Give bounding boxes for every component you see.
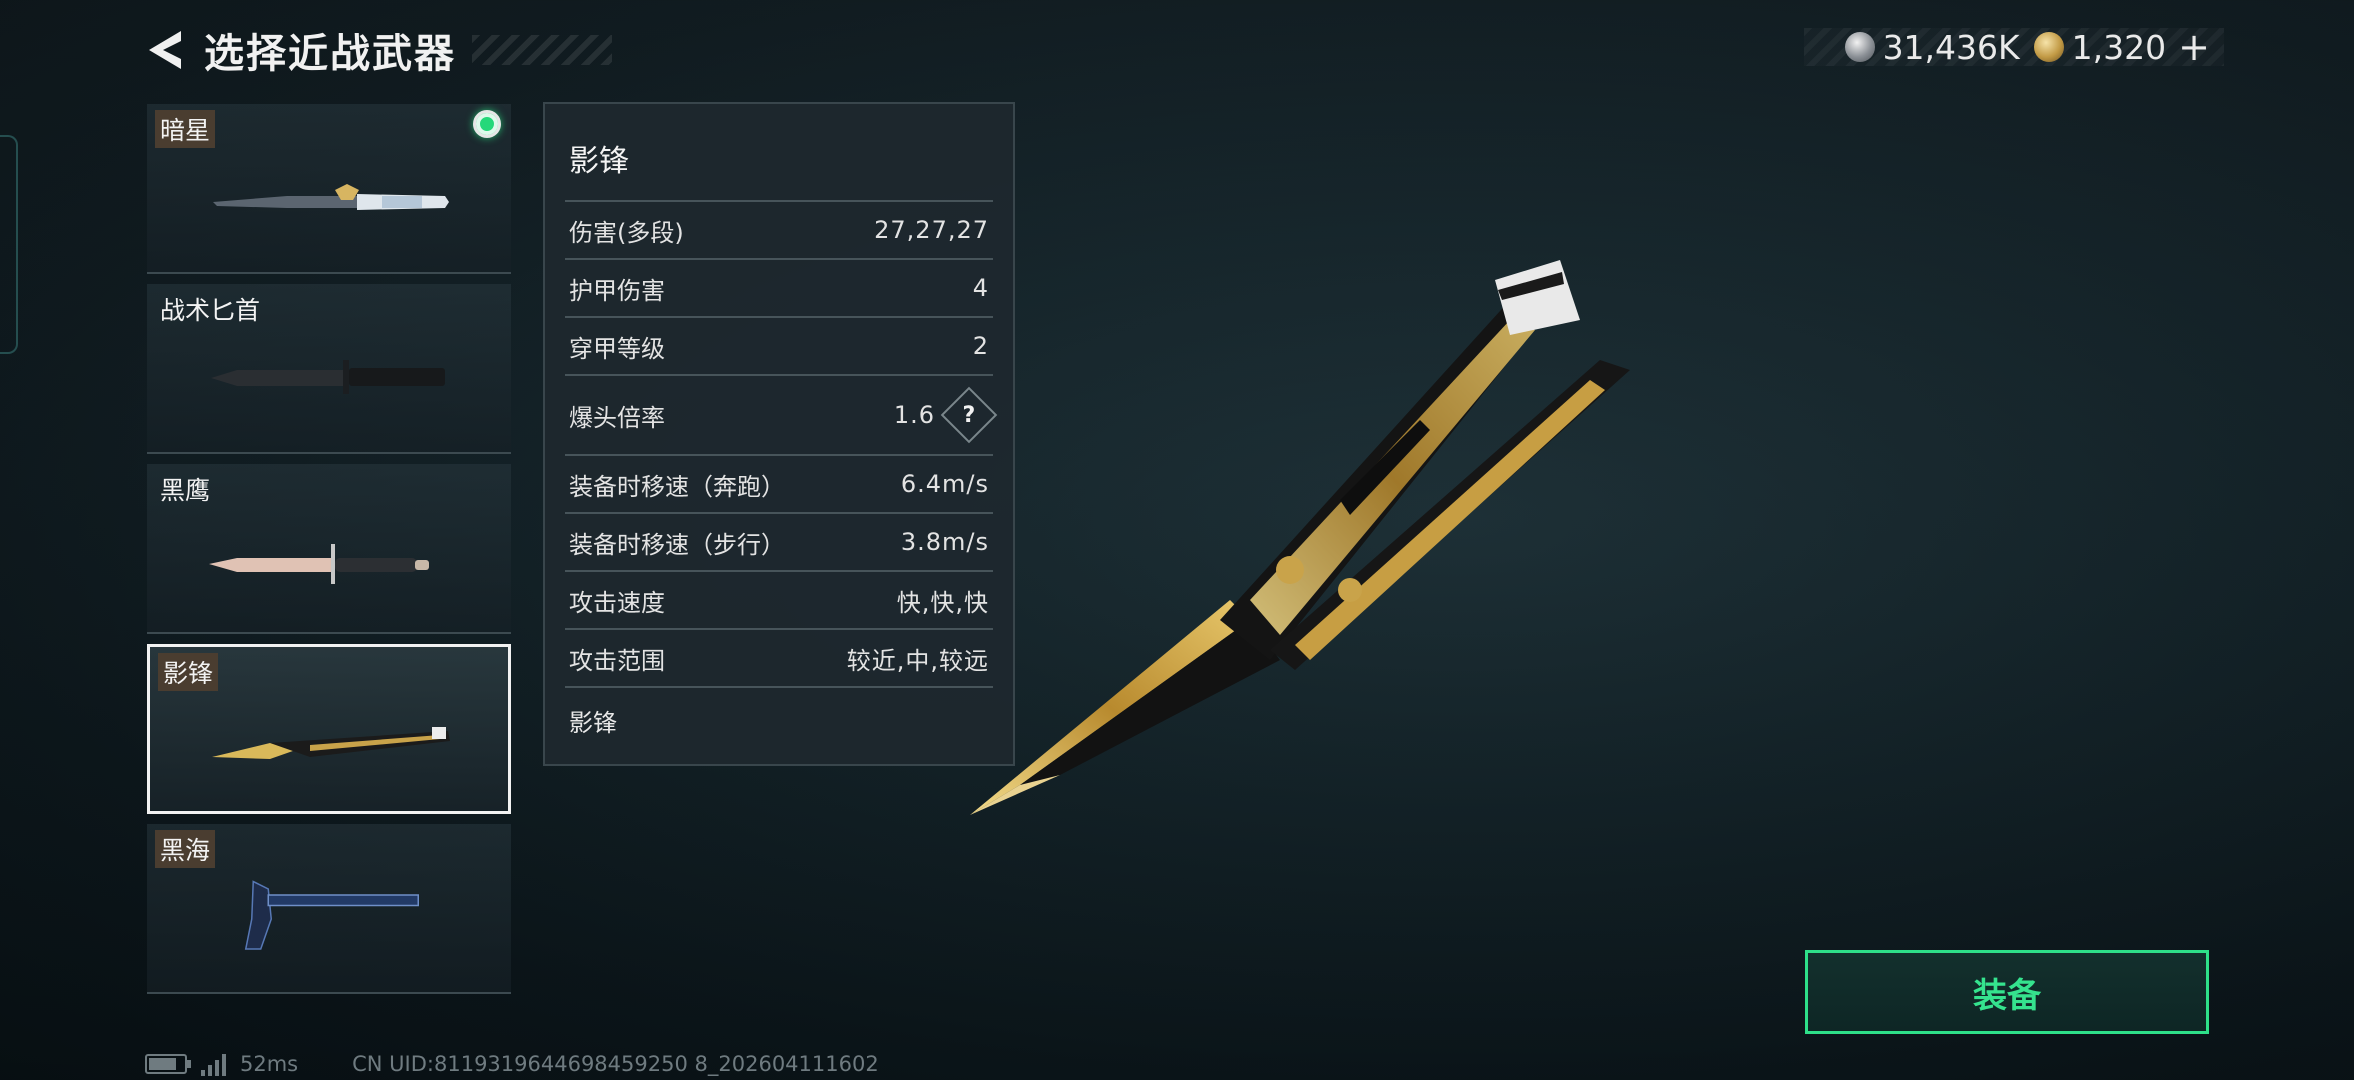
signal-icon: [201, 1052, 226, 1076]
stat-row-penetration: 穿甲等级 2: [565, 316, 993, 374]
axe-thumbnail-icon: [244, 880, 419, 950]
user-uid: CN UID:8119319644698459250 8_20260411160…: [352, 1052, 879, 1076]
stat-label: 伤害(多段): [569, 218, 684, 247]
silver-amount: 31,436K: [1882, 27, 2020, 67]
stat-value: 1.6: [893, 401, 935, 429]
gold-amount: 1,320: [2071, 27, 2167, 67]
stat-row-damage: 伤害(多段) 27,27,27: [565, 200, 993, 258]
stat-label: 攻击范围: [569, 646, 665, 675]
weapon-preview-image: [970, 260, 1630, 815]
stat-row-run-speed: 装备时移速（奔跑） 6.4m/s: [565, 454, 993, 512]
equip-button[interactable]: 装备: [1805, 950, 2209, 1034]
weapon-name: 暗星: [155, 110, 216, 148]
stat-row-armor-damage: 护甲伤害 4: [565, 258, 993, 316]
back-arrow-icon: [149, 31, 181, 69]
stat-label: 装备时移速（步行）: [569, 530, 785, 559]
stat-row-attack-speed: 攻击速度 快,快,快: [565, 570, 993, 628]
knife-thumbnail-icon: [213, 184, 449, 210]
knife-thumbnail-icon: [209, 544, 429, 584]
stats-footer-label: 影锋: [569, 708, 617, 737]
knife-thumbnail-icon: [211, 360, 445, 394]
weapon-stats-panel: 影锋 伤害(多段) 27,27,27 护甲伤害 4 穿甲等级 2 爆头倍率 1.…: [543, 102, 1015, 766]
equipped-indicator-icon: [473, 110, 501, 138]
stat-label: 护甲伤害: [569, 276, 665, 305]
status-bar: 52ms CN UID:8119319644698459250 8_202604…: [145, 1052, 879, 1076]
header: 选择近战武器: [140, 22, 612, 78]
stats-table: 伤害(多段) 27,27,27 护甲伤害 4 穿甲等级 2 爆头倍率 1.6 ?…: [565, 200, 998, 752]
weapon-card-black-hawk[interactable]: 黑鹰: [147, 464, 511, 634]
stat-label: 攻击速度: [569, 588, 665, 617]
weapon-name: 影锋: [158, 653, 219, 691]
weapon-name: 黑海: [155, 830, 216, 868]
silver-coin-icon: [1844, 32, 1875, 62]
gold-coin-icon: [2033, 32, 2064, 62]
title-decoration: [472, 35, 612, 65]
ping-value: 52ms: [240, 1052, 299, 1076]
battery-icon: [145, 1054, 191, 1074]
weapon-name: 战术匕首: [160, 296, 261, 325]
currency-gold[interactable]: 1,320 +: [2033, 25, 2210, 69]
stat-label: 爆头倍率: [569, 403, 665, 432]
weapon-name: 黑鹰: [160, 476, 211, 505]
weapon-card-yingfeng[interactable]: 影锋: [147, 644, 511, 814]
stat-row-headshot: 爆头倍率 1.6 ?: [565, 374, 998, 454]
currency-bar: 31,436K 1,320 +: [1804, 25, 2224, 69]
weapon-list: 暗星 战术匕首 黑鹰 影锋 黑海: [147, 104, 511, 1004]
weapon-card-heihai[interactable]: 黑海: [147, 824, 511, 994]
side-drawer-handle[interactable]: [0, 135, 18, 354]
stats-footer: 影锋: [565, 686, 993, 752]
currency-silver: 31,436K: [1844, 27, 2020, 67]
stat-label: 穿甲等级: [569, 334, 665, 363]
weapon-card-anxing[interactable]: 暗星: [147, 104, 511, 274]
add-currency-icon[interactable]: +: [2178, 25, 2210, 69]
page-title: 选择近战武器: [204, 31, 456, 77]
stat-row-attack-range: 攻击范围 较近,中,较远: [565, 628, 993, 686]
knife-thumbnail-icon: [212, 727, 450, 759]
stat-label: 装备时移速（奔跑）: [569, 472, 785, 501]
weapon-card-tactical-dagger[interactable]: 战术匕首: [147, 284, 511, 454]
stats-title: 影锋: [569, 144, 629, 179]
stat-row-walk-speed: 装备时移速（步行） 3.8m/s: [565, 512, 993, 570]
back-button[interactable]: [140, 25, 190, 75]
